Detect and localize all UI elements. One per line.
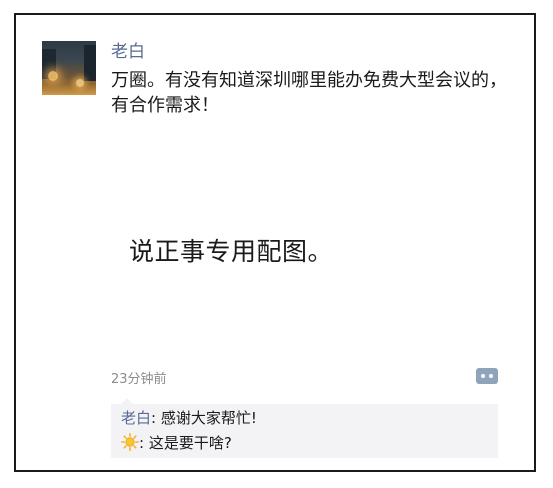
comment-action-button[interactable] [476,368,498,384]
post-image-text: 说正事专用配图。 [129,237,334,266]
comment-item[interactable]: 老白: 感谢大家帮忙! [121,407,257,429]
comment-text: 感谢大家帮忙! [160,409,257,427]
comment-separator: : [139,434,149,452]
comment-item[interactable]: : 这是要干啥? [121,432,232,454]
comments-pointer [121,398,133,404]
comment-dot-icon [481,374,485,378]
avatar[interactable] [42,41,96,95]
avatar-light-right [76,79,84,87]
comment-separator: : [151,409,161,427]
avatar-light-left [48,71,58,81]
moment-post-card: 老白 万圈。有没有知道深圳哪里能办免费大型会议的，有合作需求！ 说正事专用配图。… [14,13,536,472]
avatar-street [42,83,96,95]
post-timestamp: 23分钟前 [111,372,167,387]
post-image[interactable]: 说正事专用配图。 [111,175,511,355]
comment-text: 这是要干啥? [148,434,232,452]
comments-section: 老白: 感谢大家帮忙! : 这是要干啥? [111,398,498,458]
comment-author[interactable]: 老白 [121,409,151,427]
post-author-name[interactable]: 老白 [111,41,145,63]
comment-dot-icon [489,374,493,378]
avatar-building-right [84,45,96,81]
post-text: 万圈。有没有知道深圳哪里能办免费大型会议的，有合作需求！ [111,70,507,116]
sun-emoji-icon[interactable] [121,433,140,452]
